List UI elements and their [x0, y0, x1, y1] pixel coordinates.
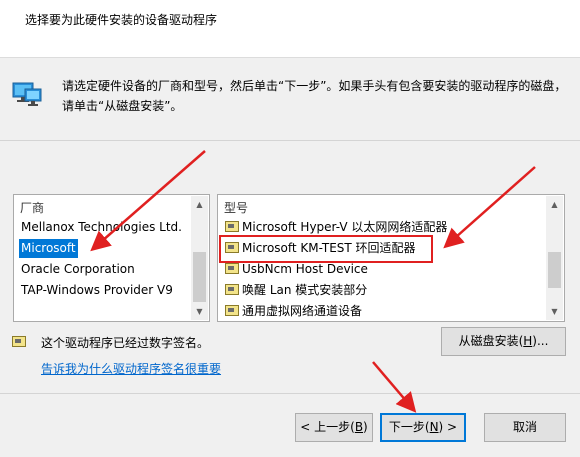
driver-icon — [225, 305, 239, 316]
scroll-thumb[interactable] — [193, 252, 206, 302]
model-item-label: 唤醒 Lan 模式安装部分 — [242, 283, 368, 297]
manufacturer-list-header: 厂商 — [20, 201, 45, 215]
manufacturer-scrollbar[interactable]: ▲ ▼ — [191, 196, 208, 320]
have-disk-tail: )... — [532, 334, 549, 348]
instruction-line-2: 请单击“从磁盘安装”。 — [62, 99, 183, 113]
cancel-button[interactable]: 取消 — [484, 413, 566, 442]
scroll-up-icon[interactable]: ▲ — [191, 196, 208, 213]
next-accel: N — [429, 420, 439, 434]
manufacturer-item-selected[interactable]: Microsoft — [19, 239, 78, 258]
back-button[interactable]: < 上一步(B) — [295, 413, 373, 442]
driver-icon — [225, 263, 239, 274]
divider — [0, 393, 580, 394]
scroll-thumb[interactable] — [548, 252, 561, 288]
divider — [0, 140, 580, 141]
next-button[interactable]: 下一步(N) > — [380, 413, 466, 442]
arrow-to-next — [372, 361, 417, 413]
model-item[interactable]: 通用虚拟网络通道设备 — [223, 302, 364, 321]
driver-icon — [225, 284, 239, 295]
have-disk-label: 从磁盘安装( — [458, 334, 524, 348]
model-item-label: UsbNcm Host Device — [242, 262, 368, 276]
driver-icon — [225, 221, 239, 232]
manufacturer-list[interactable]: 厂商 Mellanox Technologies Ltd. Microsoft … — [13, 194, 210, 322]
next-tail: ) > — [438, 420, 458, 434]
next-label: 下一步( — [388, 420, 430, 434]
network-icon — [12, 82, 42, 106]
instruction-line-1: 请选定硬件设备的厂商和型号，然后单击“下一步”。如果手头有包含要安装的驱动程序的… — [62, 79, 567, 93]
dialog-header: 选择要为此硬件安装的设备驱动程序 — [0, 0, 580, 58]
annotation-highlight-box — [219, 235, 433, 263]
back-accel: B — [354, 420, 364, 434]
back-tail: ) — [363, 420, 368, 434]
scroll-down-icon[interactable]: ▼ — [546, 303, 563, 320]
model-list-header: 型号 — [224, 201, 249, 215]
back-label: < 上一步( — [300, 420, 355, 434]
manufacturer-item[interactable]: Oracle Corporation — [19, 260, 137, 279]
page-title: 选择要为此硬件安装的设备驱动程序 — [25, 13, 218, 27]
model-item-label: Microsoft Hyper-V 以太网网络适配器 — [242, 220, 448, 234]
model-item[interactable]: 唤醒 Lan 模式安装部分 — [223, 281, 369, 300]
scroll-up-icon[interactable]: ▲ — [546, 196, 563, 213]
signature-text: 这个驱动程序已经过数字签名。 — [41, 336, 210, 350]
have-disk-button[interactable]: 从磁盘安装(H)... — [441, 327, 566, 356]
manufacturer-item[interactable]: TAP-Windows Provider V9 — [19, 281, 175, 300]
model-item-label: 通用虚拟网络通道设备 — [242, 304, 363, 318]
have-disk-accel: H — [523, 334, 533, 348]
scroll-down-icon[interactable]: ▼ — [191, 303, 208, 320]
driver-icon — [12, 336, 26, 347]
instruction-text: 请选定硬件设备的厂商和型号，然后单击“下一步”。如果手头有包含要安装的驱动程序的… — [62, 76, 567, 116]
signature-help-link[interactable]: 告诉我为什么驱动程序签名很重要 — [41, 360, 221, 377]
manufacturer-item[interactable]: Mellanox Technologies Ltd. — [19, 218, 184, 237]
model-scrollbar[interactable]: ▲ ▼ — [546, 196, 563, 320]
